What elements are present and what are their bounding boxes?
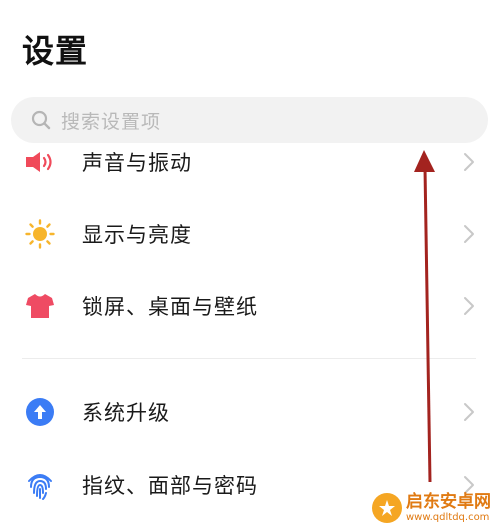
chevron-right-icon [462,151,476,173]
section-divider [22,358,476,359]
chevron-right-icon [462,223,476,245]
chevron-right-icon [462,295,476,317]
fingerprint-icon [24,469,56,501]
page-title: 设置 [22,32,89,70]
search-input[interactable]: 搜索设置项 [61,107,161,134]
watermark-logo-icon [372,493,402,523]
chevron-right-icon [462,401,476,423]
search-icon [31,110,51,130]
watermark: 启东安卓网 www.qdltdq.com [372,488,500,528]
settings-item-label: 系统升级 [82,401,170,425]
settings-item-label: 指纹、面部与密码 [82,474,258,498]
watermark-url: www.qdltdq.com [406,511,490,523]
settings-item-sound[interactable]: 声音与振动 [0,134,500,190]
settings-item-label: 声音与振动 [82,151,192,175]
upgrade-icon [24,396,56,428]
settings-item-display[interactable]: 显示与亮度 [0,206,500,262]
tshirt-icon [24,290,56,322]
settings-item-system-upgrade[interactable]: 系统升级 [0,384,500,440]
annotation-arrow [414,150,435,483]
sun-icon [24,218,56,250]
watermark-title: 启东安卓网 [406,491,491,512]
settings-item-wallpaper[interactable]: 锁屏、桌面与壁纸 [0,278,500,334]
settings-item-label: 显示与亮度 [82,223,192,247]
settings-item-label: 锁屏、桌面与壁纸 [82,295,258,319]
speaker-icon [24,146,56,178]
